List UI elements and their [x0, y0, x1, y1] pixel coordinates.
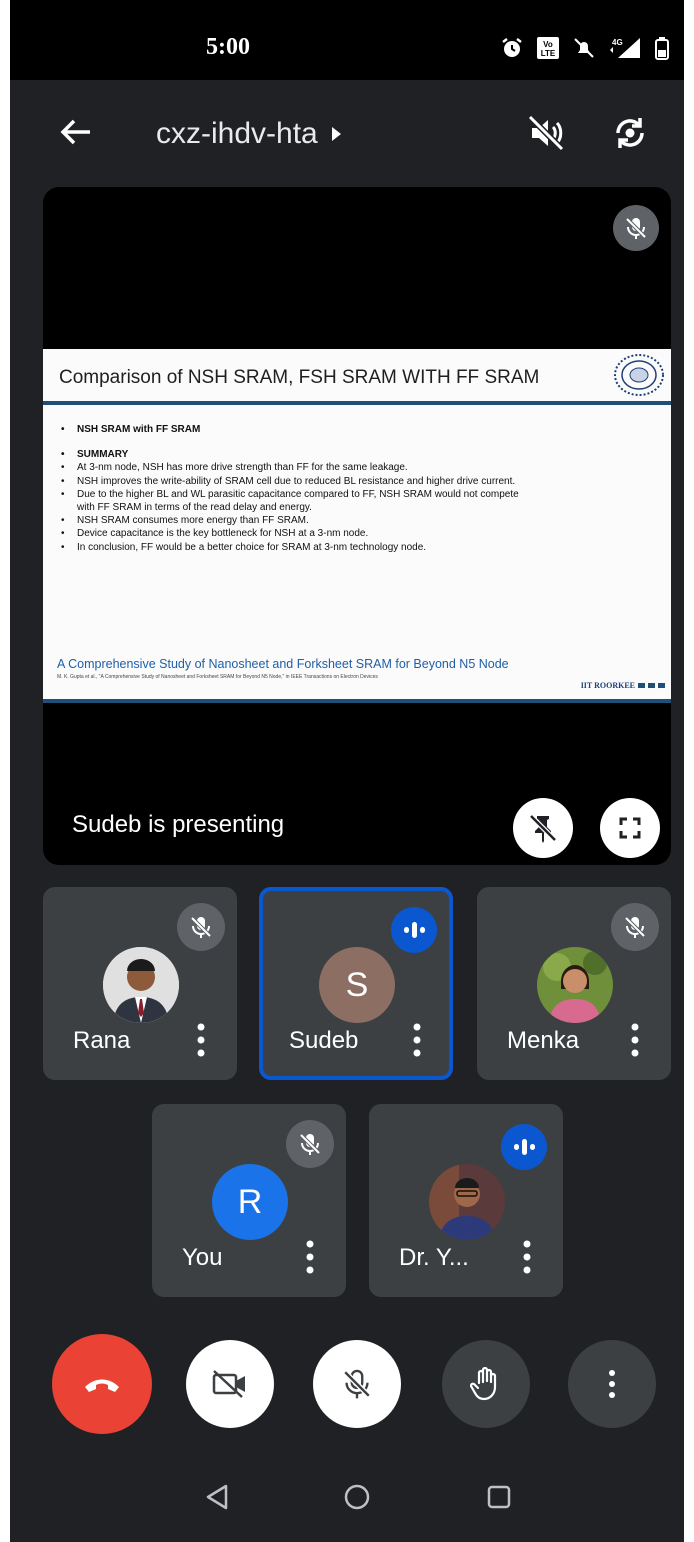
- fullscreen-icon: [619, 817, 641, 839]
- volte-icon: VoLTE: [537, 37, 559, 59]
- signal-4g-icon: 4G: [610, 38, 640, 58]
- meeting-code-text: cxz-ihdv-hta: [156, 117, 318, 150]
- presenter-mic-off-badge: [613, 205, 659, 251]
- avatar: S: [319, 947, 395, 1023]
- svg-text:LTE: LTE: [541, 49, 556, 58]
- nav-home-icon[interactable]: [342, 1482, 372, 1512]
- participant-tile[interactable]: Menka: [477, 887, 671, 1080]
- participant-tile-active-speaker[interactable]: S Sudeb: [259, 887, 453, 1080]
- more-vert-icon[interactable]: [523, 1240, 531, 1274]
- avatar: [103, 947, 179, 1023]
- microphone-toggle-button[interactable]: [313, 1340, 401, 1428]
- presenting-label: Sudeb is presenting: [72, 811, 285, 838]
- participant-tile-self[interactable]: R You: [152, 1104, 346, 1297]
- presentation-view[interactable]: Comparison of NSH SRAM, FSH SRAM WITH FF…: [43, 187, 671, 865]
- speaking-indicator: [391, 907, 437, 953]
- slide-title: Comparison of NSH SRAM, FSH SRAM WITH FF…: [59, 367, 540, 388]
- meet-screen: 5:00 Vo LTE 4G cxz-ihdv-hta Comparison of…: [10, 0, 684, 1542]
- slide-heading-2: SUMMARY: [59, 448, 529, 461]
- meeting-code[interactable]: cxz-ihdv-hta: [156, 117, 342, 151]
- participant-name: Sudeb: [289, 1027, 359, 1054]
- slide-bottom-bar: [43, 699, 671, 703]
- slide-brand-text: IIT ROORKEE: [580, 681, 635, 690]
- iit-roorkee-logo-icon: [614, 354, 664, 396]
- slide-bullet: NSH improves the write-ability of SRAM c…: [59, 475, 529, 488]
- slide-bullets: NSH SRAM with FF SRAM SUMMARY At 3-nm no…: [59, 423, 529, 554]
- participant-name: Rana: [73, 1027, 131, 1054]
- slide-heading-1: NSH SRAM with FF SRAM: [59, 423, 529, 436]
- participant-tile[interactable]: Dr. Y...: [369, 1104, 563, 1297]
- slide-brand: IIT ROORKEE: [581, 681, 665, 690]
- slide-bullet: At 3-nm node, NSH has more drive strengt…: [59, 461, 529, 474]
- slide-title-rule: [43, 401, 671, 405]
- hand-icon: [470, 1367, 497, 1401]
- more-vert-icon[interactable]: [413, 1023, 421, 1057]
- participant-name: Menka: [507, 1027, 580, 1054]
- slide-bullet: In conclusion, FF would be a better choi…: [59, 541, 529, 554]
- mic-off-icon: [343, 1369, 371, 1399]
- status-bar: 5:00 Vo LTE 4G: [10, 0, 684, 80]
- mic-off-icon: [624, 916, 646, 938]
- slide-bullet: NSH SRAM consumes more energy than FF SR…: [59, 514, 529, 527]
- battery-icon: [655, 37, 669, 60]
- unpin-button[interactable]: [513, 798, 573, 858]
- participant-name: Dr. Y...: [399, 1244, 469, 1271]
- mic-off-badge: [611, 903, 659, 951]
- status-time: 5:00: [206, 34, 250, 60]
- participant-name: You: [182, 1244, 223, 1271]
- svg-text:Vo: Vo: [543, 40, 553, 49]
- bell-off-icon: [574, 38, 594, 58]
- avatar: [429, 1164, 505, 1240]
- switch-camera-icon[interactable]: [610, 113, 650, 153]
- avatar: [537, 947, 613, 1023]
- more-vert-icon[interactable]: [631, 1023, 639, 1057]
- person-photo-icon: [537, 947, 613, 1023]
- slide-citation: M. K. Gupta et al., "A Comprehensive Stu…: [57, 674, 378, 680]
- nav-back-icon[interactable]: [202, 1482, 232, 1512]
- speaker-off-icon[interactable]: [526, 113, 566, 153]
- fullscreen-button[interactable]: [600, 798, 660, 858]
- mic-off-badge: [286, 1120, 334, 1168]
- slide-bullet: Due to the higher BL and WL parasitic ca…: [59, 488, 529, 514]
- pin-off-icon: [529, 814, 557, 843]
- videocam-off-icon: [212, 1370, 245, 1398]
- call-controls: [10, 1330, 684, 1440]
- slide-page-number: 27: [656, 693, 663, 699]
- system-navigation-bar: [10, 1450, 684, 1542]
- avatar: R: [212, 1164, 288, 1240]
- slide-bullet: Device capacitance is the key bottleneck…: [59, 527, 529, 540]
- shared-slide: Comparison of NSH SRAM, FSH SRAM WITH FF…: [43, 349, 671, 703]
- camera-toggle-button[interactable]: [186, 1340, 274, 1428]
- svg-text:4G: 4G: [612, 38, 623, 47]
- mic-off-badge: [177, 903, 225, 951]
- call-end-icon: [85, 1379, 119, 1392]
- participant-tile[interactable]: Rana: [43, 887, 237, 1080]
- chevron-right-icon: [331, 127, 341, 141]
- end-call-button[interactable]: [52, 1334, 152, 1434]
- more-vert-icon[interactable]: [197, 1023, 205, 1057]
- alarm-icon: [502, 38, 522, 57]
- back-arrow-icon[interactable]: [56, 112, 96, 152]
- mic-off-icon: [625, 217, 647, 239]
- mic-off-icon: [190, 916, 212, 938]
- meeting-header: cxz-ihdv-hta: [10, 80, 684, 185]
- nav-recents-icon[interactable]: [484, 1482, 514, 1512]
- more-vert-icon: [609, 1370, 615, 1398]
- raise-hand-button[interactable]: [442, 1340, 530, 1428]
- speaking-indicator: [501, 1124, 547, 1170]
- person-photo-icon: [429, 1164, 505, 1240]
- mic-off-icon: [299, 1133, 321, 1155]
- person-photo-icon: [103, 947, 179, 1023]
- more-vert-icon[interactable]: [306, 1240, 314, 1274]
- more-options-button[interactable]: [568, 1340, 656, 1428]
- slide-footer-title: A Comprehensive Study of Nanosheet and F…: [57, 657, 509, 671]
